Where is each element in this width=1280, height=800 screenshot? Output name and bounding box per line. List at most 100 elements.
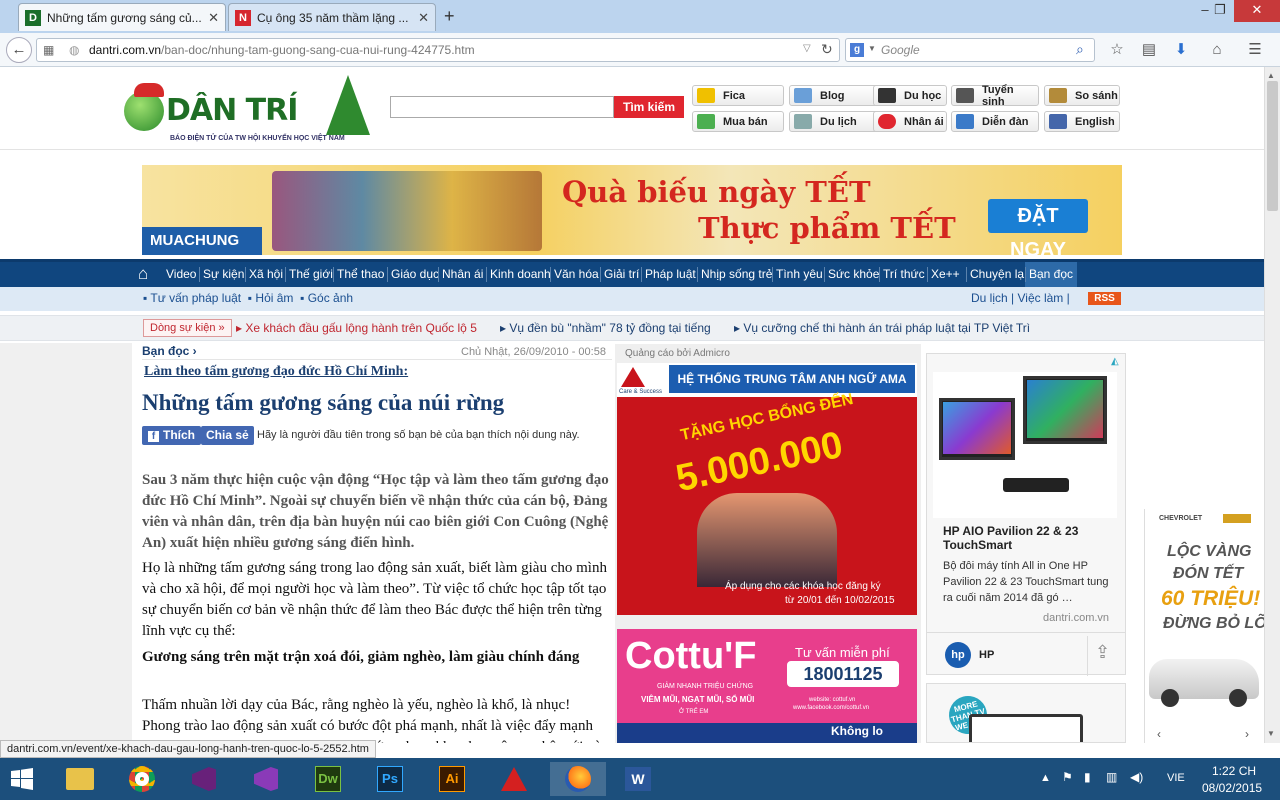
adchoices-icon[interactable]: ◭ bbox=[1111, 356, 1119, 367]
menu-icon[interactable]: ☰ bbox=[1246, 41, 1264, 59]
visual-studio-2-icon[interactable] bbox=[246, 762, 286, 796]
clock-date[interactable]: 08/02/2015 bbox=[1202, 781, 1262, 795]
nav-item-10[interactable]: Pháp luật bbox=[645, 262, 696, 287]
window-close-icon[interactable]: ✕ bbox=[1234, 0, 1280, 22]
reload-icon[interactable]: ↻ bbox=[821, 41, 833, 58]
url-bar[interactable]: ▦ ◍ dantri.com.vn/ban-doc/nhung-tam-guon… bbox=[36, 38, 840, 62]
illustrator-icon[interactable]: Ai bbox=[432, 762, 472, 796]
site-search-input[interactable] bbox=[390, 96, 614, 118]
tv-ad[interactable]: MORE THAN TV WE SEE bbox=[926, 683, 1126, 743]
search-box[interactable]: g ▼ Google ⌕ bbox=[845, 38, 1095, 62]
tray-chevron-icon[interactable]: ▲ bbox=[1040, 772, 1051, 784]
quick-link-du-lich[interactable]: Du lịch bbox=[789, 111, 881, 132]
scrollbar-thumb[interactable] bbox=[1267, 81, 1278, 211]
chrome-icon[interactable] bbox=[122, 762, 162, 796]
nav-item-11[interactable]: Nhịp sống trẻ bbox=[701, 262, 772, 287]
home-icon[interactable]: ⌂ bbox=[1208, 41, 1226, 59]
cottuf-ad[interactable]: Cottu'F GIẢM NHANH TRIỆU CHỨNG VIÊM MŨI,… bbox=[617, 629, 917, 743]
hp-ad-card[interactable]: ◭ HP AIO Pavilion 22 & 23 TouchSmart Bộ … bbox=[926, 353, 1126, 676]
ticker-item-1[interactable]: ▸ Xe khách đầu gấu lộng hành trên Quốc l… bbox=[236, 321, 477, 335]
bookmark-star-icon[interactable]: ☆ bbox=[1108, 41, 1126, 59]
chevron-right-icon[interactable]: › bbox=[1245, 727, 1249, 741]
tab-second[interactable]: N Cụ ông 35 năm thầm lặng ... ✕ bbox=[228, 3, 436, 31]
ticker-item-2[interactable]: ▸ Vụ đền bù "nhầm" 78 tỷ đồng tại tiếng bbox=[500, 321, 711, 335]
chevron-down-icon[interactable]: ▼ bbox=[868, 44, 876, 53]
banner-cta-button[interactable]: ĐẶT NGAY bbox=[988, 199, 1088, 255]
nav-item-1[interactable]: Sự kiện bbox=[203, 262, 244, 287]
firefox-icon[interactable] bbox=[550, 762, 606, 796]
nav-item-17[interactable]: Bạn đọc bbox=[1025, 262, 1078, 287]
nav-item-13[interactable]: Sức khỏe bbox=[828, 262, 879, 287]
dreamweaver-icon[interactable]: Dw bbox=[308, 762, 348, 796]
autocad-icon[interactable] bbox=[494, 762, 534, 796]
page-scrollbar[interactable]: ▲ ▼ bbox=[1264, 67, 1280, 743]
nav-item-16[interactable]: Chuyện lạ bbox=[970, 262, 1024, 287]
home-icon[interactable]: ⌂ bbox=[138, 265, 158, 283]
nav-item-4[interactable]: Thể thao bbox=[337, 262, 384, 287]
quick-link-fica[interactable]: Fica bbox=[692, 85, 784, 106]
chevron-left-icon[interactable]: ‹ bbox=[1157, 727, 1161, 741]
search-icon[interactable]: ⌕ bbox=[1076, 41, 1084, 58]
battery-icon[interactable]: ▮ bbox=[1084, 770, 1091, 784]
muachung-banner[interactable]: MUACHUNG Quà biếu ngày TẾT Thực phẩm TẾT… bbox=[142, 165, 1122, 255]
ticker-label[interactable]: Dòng sự kiện » bbox=[143, 319, 232, 337]
subnav-goc-anh[interactable]: Góc ảnh bbox=[308, 291, 353, 305]
visual-studio-icon[interactable] bbox=[184, 762, 224, 796]
scroll-up-icon[interactable]: ▲ bbox=[1267, 71, 1275, 80]
nav-item-12[interactable]: Tình yêu bbox=[776, 262, 823, 287]
nav-item-2[interactable]: Xã hội bbox=[249, 262, 283, 287]
quick-link-dien-dan[interactable]: Diễn đàn bbox=[951, 111, 1039, 132]
windows-start-icon[interactable] bbox=[2, 762, 42, 796]
language-indicator[interactable]: VIE bbox=[1167, 772, 1185, 784]
flag-icon[interactable]: ⚑ bbox=[1062, 770, 1073, 784]
nav-item-15[interactable]: Xe++ bbox=[931, 262, 960, 287]
download-icon[interactable]: ⬇ bbox=[1172, 41, 1190, 59]
back-arrow-icon[interactable]: ← bbox=[6, 37, 32, 63]
facebook-share-button[interactable]: Chia sẻ bbox=[201, 426, 254, 445]
close-icon[interactable]: ✕ bbox=[418, 10, 429, 26]
subnav-tu-van-phap-luat[interactable]: Tư vấn pháp luật bbox=[150, 291, 241, 305]
clock-time[interactable]: 1:22 CH bbox=[1212, 764, 1256, 778]
link-viec-lam[interactable]: Việc làm bbox=[1017, 291, 1063, 305]
photoshop-icon[interactable]: Ps bbox=[370, 762, 410, 796]
dantri-logo[interactable]: DÂN TRÍ BÁO ĐIỆN TỬ CỦA TW HỘI KHUYẾN HỌ… bbox=[120, 73, 380, 151]
breadcrumb[interactable]: Bạn đọc › bbox=[142, 344, 197, 358]
quick-link-tuyen-sinh[interactable]: Tuyển sinh bbox=[951, 84, 1039, 108]
tab-dantri[interactable]: D Những tấm gương sáng củ... ✕ bbox=[18, 3, 226, 31]
site-search-button[interactable]: Tìm kiếm bbox=[614, 96, 684, 118]
quick-link-so-sanh[interactable]: So sánh bbox=[1044, 85, 1120, 106]
quick-link-du-hoc[interactable]: Du học bbox=[873, 85, 947, 106]
nav-item-7[interactable]: Kinh doanh bbox=[490, 262, 551, 287]
subnav-hoi-am[interactable]: Hỏi âm bbox=[255, 291, 293, 305]
nav-item-14[interactable]: Trí thức bbox=[883, 262, 925, 287]
nav-item-0[interactable]: Video bbox=[166, 262, 196, 287]
article-kicker[interactable]: Làm theo tấm gương đạo đức Hồ Chí Minh: bbox=[144, 364, 408, 380]
link-du-lich[interactable]: Du lịch bbox=[971, 291, 1008, 305]
bookmarks-list-icon[interactable]: ▤ bbox=[1140, 41, 1158, 59]
nav-item-9[interactable]: Giải trí bbox=[604, 262, 639, 287]
close-icon[interactable]: ✕ bbox=[208, 10, 219, 26]
nav-item-8[interactable]: Văn hóa bbox=[554, 262, 599, 287]
nav-item-5[interactable]: Giáo dục bbox=[391, 262, 439, 287]
restore-icon[interactable]: ❐ bbox=[1205, 0, 1235, 22]
network-icon[interactable]: ▥ bbox=[1106, 770, 1117, 784]
quick-link-nhan-ai[interactable]: Nhân ái bbox=[873, 111, 947, 132]
file-explorer-icon[interactable] bbox=[60, 762, 100, 796]
ticker-item-3[interactable]: ▸ Vụ cưỡng chế thi hành án trái pháp luậ… bbox=[734, 321, 1030, 335]
chevrolet-ad[interactable]: CHEVROLET LỘC VÀNG ĐÓN TẾT 60 TRIỆU! ĐỪN… bbox=[1144, 509, 1264, 743]
quick-link-english[interactable]: English bbox=[1044, 111, 1120, 132]
scroll-down-icon[interactable]: ▼ bbox=[1267, 729, 1275, 738]
nav-item-3[interactable]: Thế giới bbox=[289, 262, 333, 287]
quick-link-mua-ban[interactable]: Mua bán bbox=[692, 111, 784, 132]
reader-icon[interactable]: ▦ bbox=[43, 43, 54, 57]
quick-link-blog[interactable]: Blog bbox=[789, 85, 881, 106]
dropdown-icon[interactable]: ▽ bbox=[803, 43, 811, 54]
google-icon[interactable]: g bbox=[850, 43, 864, 57]
new-tab-icon[interactable]: + bbox=[444, 6, 455, 27]
rss-button[interactable]: RSS bbox=[1088, 292, 1121, 305]
facebook-like-button[interactable]: f Thích bbox=[142, 426, 201, 445]
ama-ad[interactable]: Care & Success HỆ THỐNG TRUNG TÂM ANH NG… bbox=[617, 363, 917, 615]
volume-icon[interactable]: ◀) bbox=[1130, 770, 1143, 784]
nav-item-6[interactable]: Nhân ái bbox=[442, 262, 483, 287]
word-icon[interactable]: W bbox=[618, 762, 658, 796]
